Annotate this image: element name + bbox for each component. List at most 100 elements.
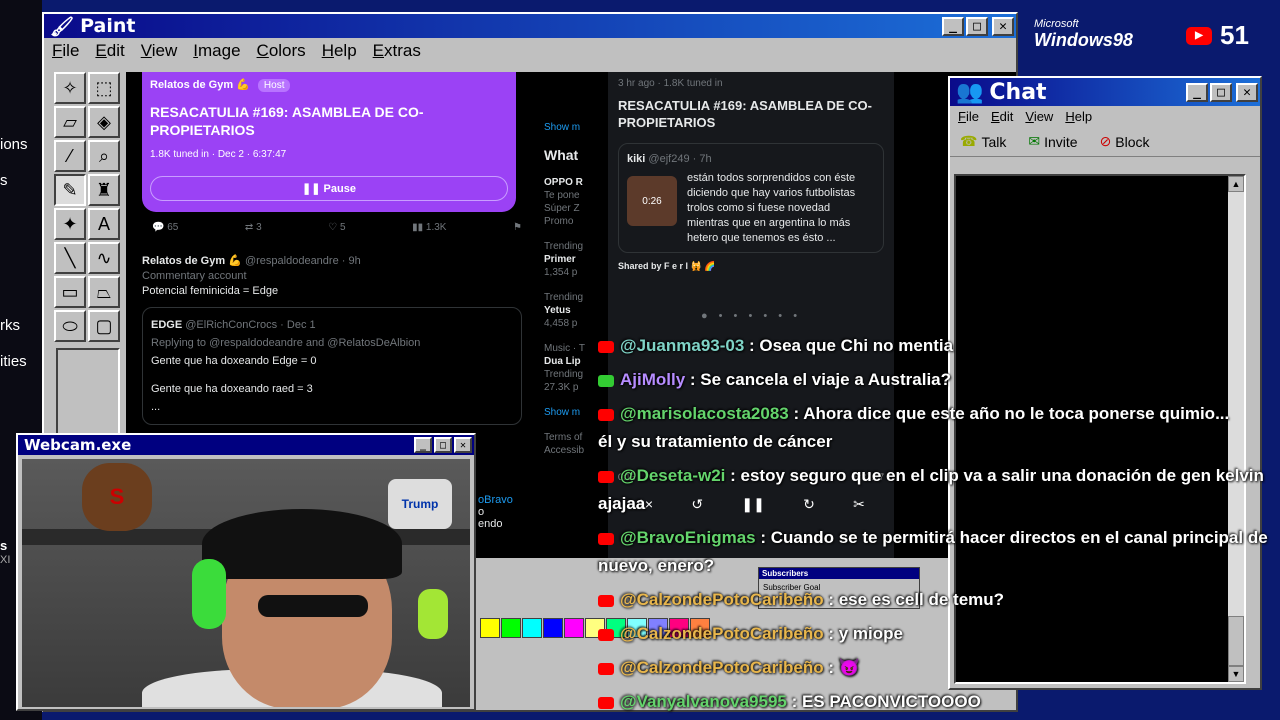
tool-options[interactable] xyxy=(56,348,120,444)
chat-message: @Vanyalvanova9595 : ES PACONVICTOOOO xyxy=(598,692,981,712)
maximize-button[interactable]: □ xyxy=(1210,82,1232,102)
free-select-icon[interactable]: ✧ xyxy=(54,72,86,104)
space-host: Relatos de Gym 💪 Host xyxy=(150,78,508,92)
maximize-button[interactable]: □ xyxy=(434,437,452,453)
tweet-text: Potencial feminicida = Edge xyxy=(142,285,279,297)
kick-icon xyxy=(598,374,614,387)
like-count[interactable]: ♡ 5 xyxy=(328,222,345,233)
fill-icon[interactable]: ◈ xyxy=(88,106,120,138)
picker-icon[interactable]: ⁄ xyxy=(54,140,86,172)
minimize-button[interactable]: _ xyxy=(942,16,964,36)
pause-icon[interactable]: ❚❚ xyxy=(741,496,764,513)
rewind-icon[interactable]: ↺ xyxy=(691,496,703,513)
paint-title: Paint xyxy=(80,15,136,37)
webcam-titlebar[interactable]: Webcam.exe _ □ ✕ xyxy=(18,435,474,455)
menu-help[interactable]: Help xyxy=(322,41,357,61)
menu-file[interactable]: File xyxy=(52,41,79,61)
rounded-rect-icon[interactable]: ▢ xyxy=(88,310,120,342)
scrollbar[interactable]: ▲ ▼ xyxy=(1228,176,1244,682)
pause-button[interactable]: ❚❚ Pause xyxy=(150,176,508,201)
rect-select-icon[interactable]: ⬚ xyxy=(88,72,120,104)
quote-line: ... xyxy=(151,401,161,413)
chat-titlebar[interactable]: 👥 Chat _ □ ✕ xyxy=(950,78,1260,106)
talk-button[interactable]: ☎ Talk xyxy=(960,133,1006,150)
bookmark-icon[interactable]: ⚑ xyxy=(513,222,522,233)
minimize-button[interactable]: _ xyxy=(414,437,432,453)
scroll-thumb[interactable] xyxy=(1228,616,1244,666)
color-swatch[interactable] xyxy=(522,618,542,638)
quote-tweet[interactable]: EDGE @ElRichConCrocs · Dec 1 Replying to… xyxy=(142,307,522,425)
menu-colors[interactable]: Colors xyxy=(257,41,306,61)
chat-message: @CalzondePotoCaribeño : ese es cell de t… xyxy=(598,590,1004,610)
view-count[interactable]: ▮▮ 1.3K xyxy=(412,222,446,233)
tweet-stats: 💬 65 ⇄ 3 ♡ 5 ▮▮ 1.3K ⚑ xyxy=(152,222,522,233)
quote-author: EDGE xyxy=(151,319,183,331)
menu-view[interactable]: View xyxy=(1025,109,1053,124)
terms-link[interactable]: Terms of xyxy=(544,432,604,443)
trend-item[interactable]: Primer xyxy=(544,254,604,265)
promo-title[interactable]: OPPO R xyxy=(544,177,604,188)
carousel-dots[interactable]: ● • • • • • • xyxy=(618,310,884,322)
menu-edit[interactable]: Edit xyxy=(95,41,124,61)
paint-titlebar[interactable]: 🖌 Paint _ □ ✕ xyxy=(44,14,1016,38)
show-more-link[interactable]: Show m xyxy=(544,407,604,418)
youtube-icon xyxy=(598,594,614,607)
menu-edit[interactable]: Edit xyxy=(991,109,1013,124)
shared-tweet[interactable]: kiki @ejf249 · 7h 0:26 están todos sorpr… xyxy=(618,143,884,253)
rectangle-icon[interactable]: ▭ xyxy=(54,276,86,308)
inner-text: están todos sorprendidos con éste dicien… xyxy=(687,172,856,244)
chat-username: @Deseta-w2i xyxy=(620,466,726,485)
tweet[interactable]: Relatos de Gym 💪 @respaldodeandre · 9h C… xyxy=(142,254,522,425)
airbrush-icon[interactable]: ✦ xyxy=(54,208,86,240)
menu-extras[interactable]: Extras xyxy=(373,41,421,61)
reply-count[interactable]: 💬 65 xyxy=(152,222,178,233)
menu-help[interactable]: Help xyxy=(1065,109,1092,124)
space-title: RESACATULIA #169: ASAMBLEA DE CO-PROPIET… xyxy=(618,98,873,130)
pause-label: Pause xyxy=(323,183,356,195)
close-button[interactable]: ✕ xyxy=(1236,82,1258,102)
youtube-icon: ▶ xyxy=(1186,26,1212,45)
trend-item[interactable]: Yetus xyxy=(544,305,604,316)
polygon-icon[interactable]: ⏢ xyxy=(88,276,120,308)
menu-view[interactable]: View xyxy=(141,41,178,61)
chat-text: : ese es cell de temu? xyxy=(823,590,1005,609)
promo-text: Súper Z xyxy=(544,203,580,214)
pencil-icon[interactable]: ✎ xyxy=(54,174,86,206)
magnifier-icon[interactable]: ⌕ xyxy=(88,140,120,172)
menu-image[interactable]: Image xyxy=(193,41,240,61)
forward-icon[interactable]: ↻ xyxy=(803,496,815,513)
chat-message: él y su tratamiento de cáncer xyxy=(598,432,832,452)
color-swatch[interactable] xyxy=(564,618,584,638)
sunglasses xyxy=(258,595,368,617)
curve-icon[interactable]: ∿ xyxy=(88,242,120,274)
ellipse-icon[interactable]: ⬭ xyxy=(54,310,86,342)
youtube-icon xyxy=(598,696,614,709)
repost-count[interactable]: ⇄ 3 xyxy=(245,222,262,233)
text-icon[interactable]: A xyxy=(88,208,120,240)
scroll-down-icon[interactable]: ▼ xyxy=(1228,666,1244,682)
microsoft-text: Microsoft xyxy=(1034,18,1079,30)
show-more-link[interactable]: Show m xyxy=(544,122,604,133)
brush-icon[interactable]: ♜ xyxy=(88,174,120,206)
eraser-icon[interactable]: ▱ xyxy=(54,106,86,138)
invite-button[interactable]: ✉ Invite xyxy=(1028,133,1077,150)
scroll-up-icon[interactable]: ▲ xyxy=(1228,176,1244,192)
color-swatch[interactable] xyxy=(480,618,500,638)
line-icon[interactable]: ╲ xyxy=(54,242,86,274)
trend-label: Trending xyxy=(544,292,584,303)
close-button[interactable]: ✕ xyxy=(992,16,1014,36)
color-swatch[interactable] xyxy=(543,618,563,638)
minimize-button[interactable]: _ xyxy=(1186,82,1208,102)
color-swatch[interactable] xyxy=(501,618,521,638)
mascot-figure: S xyxy=(82,463,152,531)
menu-file[interactable]: File xyxy=(958,109,979,124)
close-button[interactable]: ✕ xyxy=(454,437,472,453)
space-card[interactable]: Relatos de Gym 💪 Host RESACATULIA #169: A… xyxy=(142,72,516,212)
trend-item[interactable]: Dua Lip xyxy=(544,356,604,367)
clip-icon[interactable]: ✂ xyxy=(853,496,865,513)
accessibility-link[interactable]: Accessib xyxy=(544,445,604,456)
maximize-button[interactable]: □ xyxy=(966,16,988,36)
video-thumbnail[interactable]: 0:26 xyxy=(627,176,677,226)
block-button[interactable]: ⊘ Block xyxy=(1100,133,1150,150)
block-label: Block xyxy=(1115,133,1150,150)
